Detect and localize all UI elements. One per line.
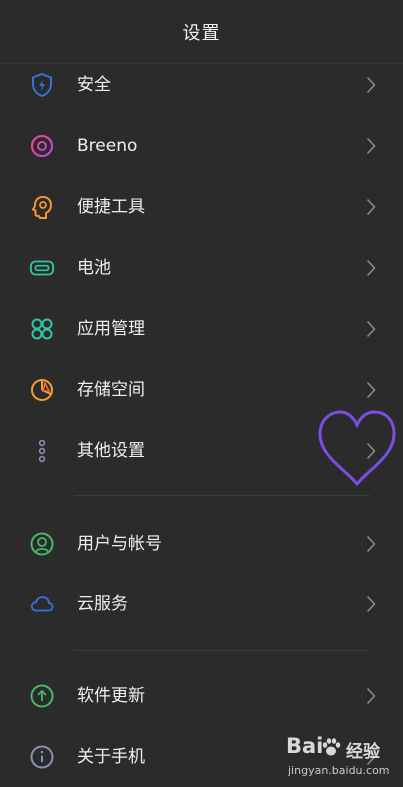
info-icon <box>29 744 55 770</box>
settings-item-label: 电池 <box>77 258 111 278</box>
settings-item-label: 其他设置 <box>77 441 145 461</box>
settings-item-label: 软件更新 <box>77 686 145 706</box>
chevron-right-icon <box>365 592 377 616</box>
storage-icon <box>29 377 55 403</box>
settings-item-battery[interactable]: 电池 <box>0 240 403 298</box>
chevron-right-icon <box>365 73 377 97</box>
settings-item-apps[interactable]: 应用管理 <box>0 301 403 359</box>
settings-item-breeno[interactable]: Breeno <box>0 118 403 176</box>
settings-item-label: 云服务 <box>77 594 128 614</box>
user-icon <box>29 531 55 557</box>
more-settings-icon <box>29 438 55 464</box>
update-icon <box>29 683 55 709</box>
breeno-icon <box>29 133 55 159</box>
settings-item-other[interactable]: 其他设置 <box>0 423 403 481</box>
chevron-right-icon <box>365 684 377 708</box>
settings-item-label: 安全 <box>77 75 111 95</box>
settings-item-label: 便捷工具 <box>77 197 145 217</box>
page-title: 设置 <box>182 22 221 44</box>
chevron-right-icon <box>365 532 377 556</box>
chevron-right-icon <box>365 378 377 402</box>
watermark-brand: Bai <box>286 734 324 758</box>
section-divider <box>74 495 370 496</box>
settings-item-label: Breeno <box>77 136 138 156</box>
cloud-icon <box>29 591 55 617</box>
settings-item-tools[interactable]: 便捷工具 <box>0 179 403 237</box>
chevron-right-icon <box>365 134 377 158</box>
section-divider <box>74 650 370 651</box>
settings-item-label: 关于手机 <box>77 747 145 767</box>
header-bar: 设置 <box>0 0 403 64</box>
watermark-url: jingyan.baidu.com <box>288 764 390 777</box>
shield-icon <box>29 72 55 98</box>
chevron-right-icon <box>365 256 377 280</box>
battery-icon <box>29 255 55 281</box>
settings-item-label: 用户与帐号 <box>77 534 162 554</box>
settings-item-label: 应用管理 <box>77 319 145 339</box>
baidu-watermark: Bai 经验 jingyan.baidu.com <box>286 734 402 784</box>
settings-item-storage[interactable]: 存储空间 <box>0 362 403 420</box>
apps-icon <box>29 316 55 342</box>
settings-item-cloud[interactable]: 云服务 <box>0 576 403 634</box>
watermark-brand-cn: 经验 <box>346 742 380 762</box>
settings-item-update[interactable]: 软件更新 <box>0 668 403 726</box>
chevron-right-icon <box>365 195 377 219</box>
chevron-right-icon <box>365 317 377 341</box>
settings-item-security[interactable]: 安全 <box>0 57 403 115</box>
tools-icon <box>29 194 55 220</box>
settings-item-label: 存储空间 <box>77 380 145 400</box>
chevron-right-icon <box>365 439 377 463</box>
settings-item-account[interactable]: 用户与帐号 <box>0 516 403 574</box>
paw-icon <box>322 738 341 756</box>
